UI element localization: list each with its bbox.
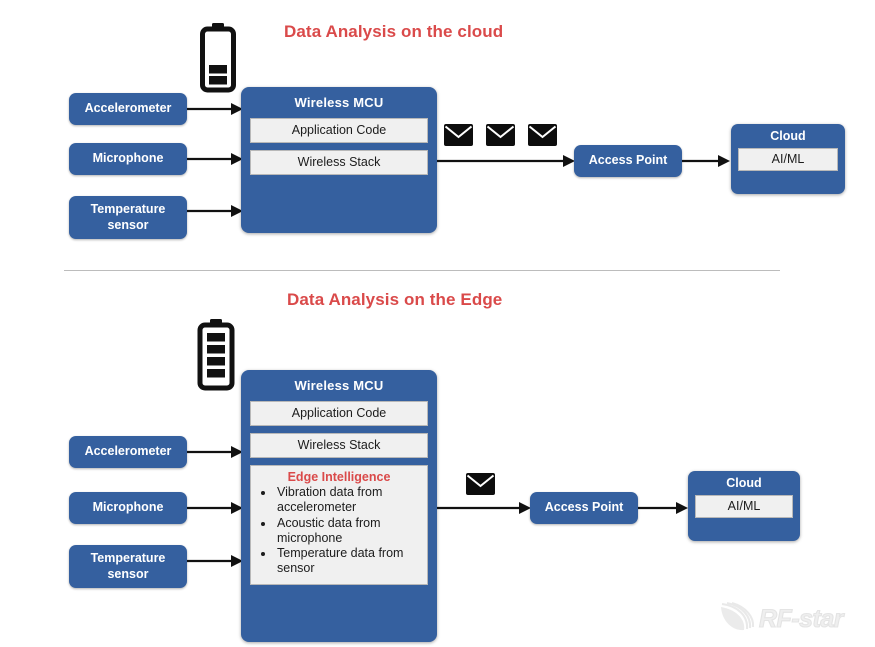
section-title-edge: Data Analysis on the Edge [287, 290, 503, 309]
arrow-mcu-to-access-point-top [437, 153, 575, 169]
envelope-icon [466, 473, 495, 495]
wireless-mcu-bottom[interactable]: Wireless MCU Application Code Wireless S… [241, 370, 437, 642]
cloud-top[interactable]: Cloud AI/ML [731, 124, 845, 194]
arrow-access-point-to-cloud-top [682, 153, 730, 169]
envelope-icon [528, 124, 557, 146]
sensor-label: Microphone [92, 151, 164, 166]
sensor-label: Temperature sensor [90, 551, 166, 581]
envelope-icon [444, 124, 473, 146]
section-divider [64, 270, 780, 271]
access-point-top[interactable]: Access Point [574, 145, 682, 177]
access-point-label: Access Point [544, 500, 624, 515]
arrow-microphone-to-mcu-top [187, 151, 243, 167]
edge-intelligence-panel[interactable]: Edge Intelligence Vibration data from ac… [250, 465, 428, 585]
wireless-mcu-top[interactable]: Wireless MCU Application Code Wireless S… [241, 87, 437, 233]
arrow-mcu-to-access-point-bottom [437, 500, 531, 516]
arrow-temperature-to-mcu-bottom [187, 553, 243, 569]
sensor-accelerometer-bottom[interactable]: Accelerometer [69, 436, 187, 468]
battery-low-icon [198, 22, 238, 94]
mcu-title: Wireless MCU [294, 95, 384, 110]
cloud-inner-ai-ml[interactable]: AI/ML [695, 495, 793, 518]
sensor-temperature-bottom[interactable]: Temperature sensor [69, 545, 187, 588]
sensor-label: Temperature sensor [90, 202, 166, 232]
cloud-bottom[interactable]: Cloud AI/ML [688, 471, 800, 541]
sensor-label: Accelerometer [84, 101, 172, 116]
mcu-block-wireless-stack[interactable]: Wireless Stack [250, 433, 428, 458]
access-point-bottom[interactable]: Access Point [530, 492, 638, 524]
cloud-title: Cloud [770, 129, 806, 143]
list-item: Vibration data from accelerometer [275, 485, 420, 516]
battery-full-icon [195, 318, 237, 392]
arrow-accelerometer-to-mcu-top [187, 101, 243, 117]
sensor-temperature-top[interactable]: Temperature sensor [69, 196, 187, 239]
arrow-accelerometer-to-mcu-bottom [187, 444, 243, 460]
sensor-accelerometer-top[interactable]: Accelerometer [69, 93, 187, 125]
sensor-microphone-top[interactable]: Microphone [69, 143, 187, 175]
list-item: Acoustic data from microphone [275, 516, 420, 547]
access-point-label: Access Point [588, 153, 668, 168]
list-item: Temperature data from sensor [275, 546, 420, 577]
arrow-access-point-to-cloud-bottom [638, 500, 688, 516]
rf-star-logo-icon: RF-star [716, 598, 864, 636]
cloud-title: Cloud [726, 476, 762, 490]
sensor-label: Accelerometer [84, 444, 172, 459]
envelope-icon [486, 124, 515, 146]
edge-intelligence-title: Edge Intelligence [287, 470, 391, 484]
cloud-inner-ai-ml[interactable]: AI/ML [738, 148, 838, 171]
mcu-block-wireless-stack[interactable]: Wireless Stack [250, 150, 428, 175]
diagram-canvas: Data Analysis on the cloud Accelerometer… [0, 0, 875, 647]
mcu-title: Wireless MCU [294, 378, 384, 393]
arrow-temperature-to-mcu-top [187, 203, 243, 219]
arrow-microphone-to-mcu-bottom [187, 500, 243, 516]
svg-text:RF-star: RF-star [759, 605, 845, 633]
mcu-block-application-code[interactable]: Application Code [250, 118, 428, 143]
edge-intelligence-list: Vibration data from accelerometer Acoust… [258, 485, 420, 577]
section-title-cloud: Data Analysis on the cloud [284, 22, 504, 41]
sensor-microphone-bottom[interactable]: Microphone [69, 492, 187, 524]
mcu-block-application-code[interactable]: Application Code [250, 401, 428, 426]
sensor-label: Microphone [92, 500, 164, 515]
